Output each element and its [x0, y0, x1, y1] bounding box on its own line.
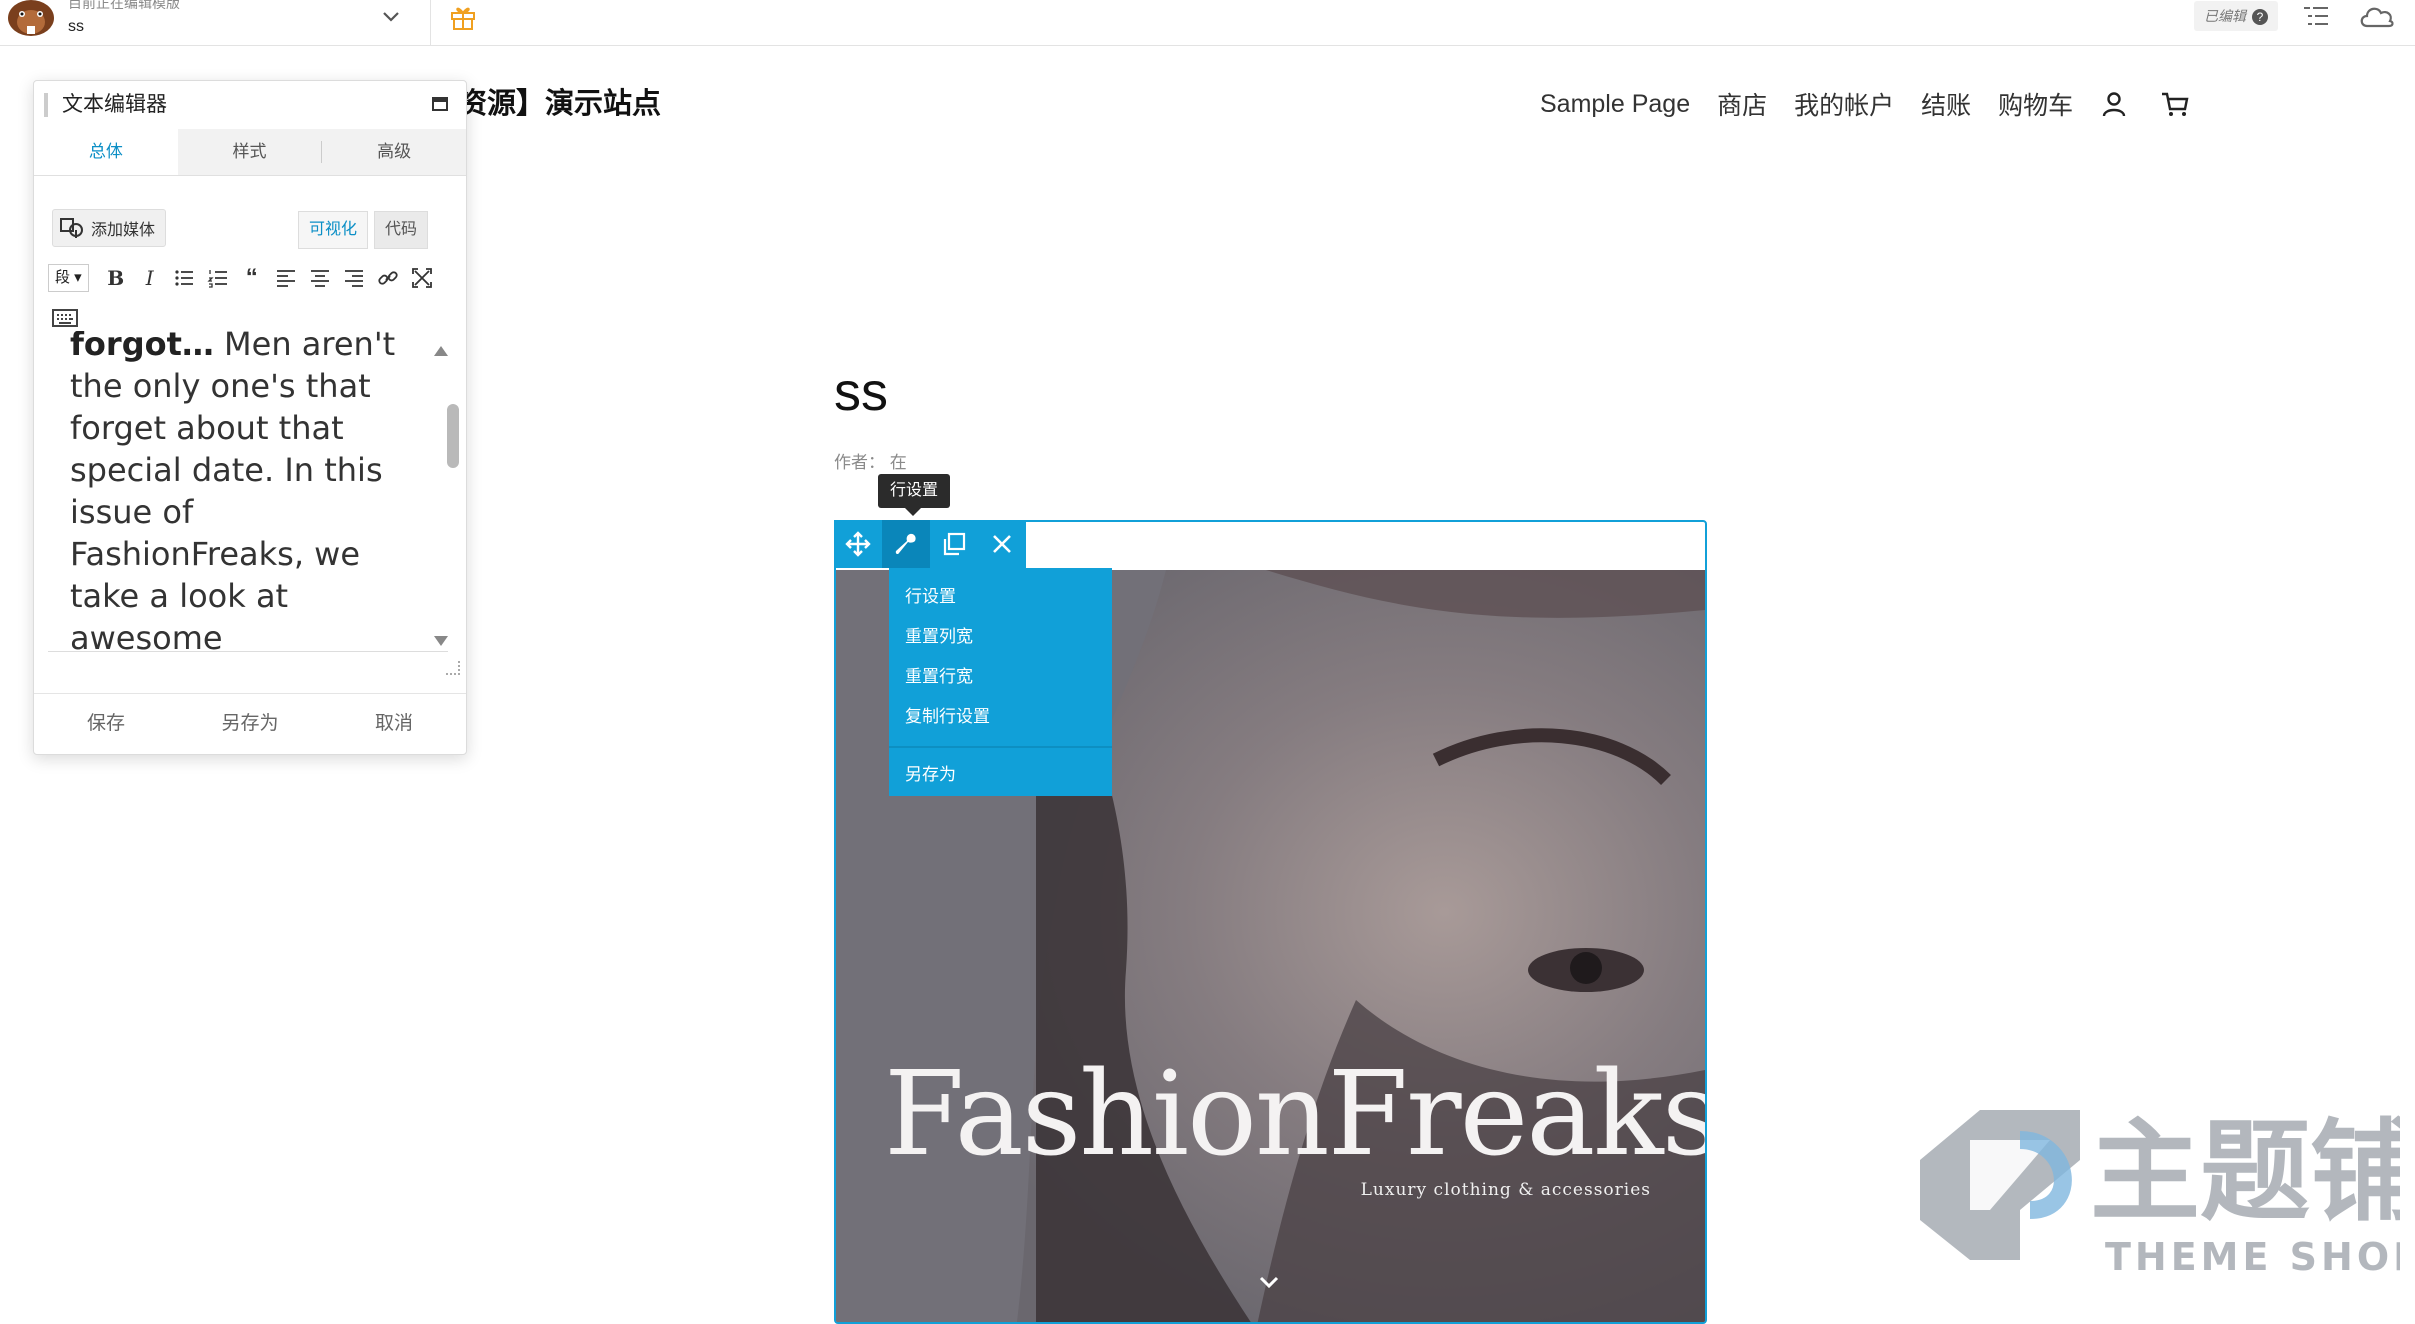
tab-code[interactable]: 代码 [374, 211, 429, 249]
cart-icon[interactable] [2160, 90, 2190, 118]
blockquote-button[interactable]: “ [235, 261, 269, 295]
nav-item-checkout[interactable]: 结账 [1921, 86, 1971, 122]
site-navigation: Sample Page 商店 我的帐户 结账 购物车 [1540, 84, 2190, 124]
align-right-icon [344, 270, 363, 287]
add-media-icon [60, 218, 83, 238]
scroll-up-arrow[interactable] [434, 346, 448, 356]
align-right-button[interactable] [337, 261, 371, 295]
align-center-button[interactable] [303, 261, 337, 295]
row-toolbar [834, 520, 1026, 568]
tab-advanced[interactable]: 高级 [322, 129, 466, 175]
duplicate-row-button[interactable] [930, 520, 978, 568]
post-title: ss [834, 362, 888, 422]
theme-shop-watermark-logo: 主题铺 THEME SHOP [1920, 1108, 2400, 1279]
beaver-logo-icon[interactable] [4, 0, 58, 40]
scrollbar-thumb[interactable] [447, 404, 459, 468]
wrench-icon [895, 533, 916, 555]
watermark-brand-en: THEME SHOP [2105, 1235, 2400, 1279]
resize-handle-icon[interactable] [446, 661, 460, 675]
bold-button[interactable]: B [99, 261, 133, 295]
editor-content-bold: forgot… [70, 331, 214, 363]
drag-handle[interactable] [44, 93, 48, 117]
bullet-list-button[interactable] [167, 261, 201, 295]
outline-list-icon[interactable] [2302, 4, 2330, 28]
tab-visual[interactable]: 可视化 [298, 211, 369, 249]
row-settings-menu: 行设置 重置列宽 重置行宽 复制行设置 另存为 [889, 568, 1112, 796]
bullet-list-icon [175, 270, 193, 286]
menu-item-save-as[interactable]: 另存为 [889, 756, 1112, 796]
hero-subtitle: Luxury clothing & accessories [1360, 1180, 1651, 1200]
tab-style[interactable]: 样式 [178, 129, 322, 175]
editor-content-text: Men aren't the only one's that forget ab… [70, 331, 396, 652]
align-left-button[interactable] [269, 261, 303, 295]
panel-header[interactable]: 文本编辑器 [34, 81, 466, 130]
panel-title: 文本编辑器 [62, 93, 167, 116]
editor-mode-tabs: 可视化 代码 [292, 211, 429, 249]
nav-item-sample-page[interactable]: Sample Page [1540, 90, 1690, 119]
cancel-button[interactable]: 取消 [322, 694, 466, 754]
format-select-value: 段 [55, 269, 71, 286]
add-media-button[interactable]: 添加媒体 [52, 209, 167, 247]
keyboard-toolbar-toggle-icon[interactable] [52, 307, 78, 329]
italic-button[interactable]: I [133, 261, 167, 295]
wysiwyg-content-area[interactable]: forgot… Men aren't the only one's that f… [48, 331, 448, 652]
minimize-icon[interactable] [432, 97, 448, 111]
fullscreen-icon [411, 268, 432, 288]
save-button[interactable]: 保存 [34, 694, 178, 754]
edited-status-badge[interactable]: 已编辑? [2194, 1, 2278, 31]
hero-title: FashionFreaks [884, 1047, 1705, 1182]
editing-status-text: 目前正在编辑模版 [68, 0, 180, 11]
gift-icon[interactable] [448, 2, 478, 32]
panel-footer: 保存 另存为 取消 [34, 693, 466, 754]
scroll-down-arrow[interactable] [434, 636, 448, 646]
save-as-button[interactable]: 另存为 [178, 694, 322, 754]
panel-tabs: 总体 样式 高级 [34, 129, 466, 176]
numbered-list-button[interactable] [201, 261, 235, 295]
topbar-divider [430, 0, 431, 45]
paragraph-format-select[interactable]: 段 ▾ [48, 264, 89, 292]
align-left-icon [276, 270, 295, 287]
row-settings-button[interactable] [882, 520, 930, 568]
link-icon [378, 271, 398, 285]
help-icon[interactable]: ? [2252, 9, 2268, 25]
menu-item-reset-row-width[interactable]: 重置行宽 [889, 658, 1112, 698]
site-title[interactable]: 资源】演示站点 [458, 84, 661, 124]
row-settings-tooltip: 行设置 [878, 474, 951, 508]
menu-item-reset-column-widths[interactable]: 重置列宽 [889, 618, 1112, 658]
watermark-brand-cn: 主题铺 [2090, 1108, 2400, 1236]
menu-divider [889, 746, 1112, 748]
chevron-down-icon[interactable] [1256, 1272, 1282, 1292]
post-meta: 作者： 在 [834, 453, 907, 472]
chevron-down-icon[interactable] [380, 5, 402, 27]
move-icon [845, 531, 871, 557]
add-media-label: 添加媒体 [91, 222, 156, 239]
cloud-icon[interactable] [2358, 2, 2396, 30]
menu-item-row-settings[interactable]: 行设置 [889, 578, 1112, 618]
align-center-icon [310, 270, 329, 287]
menu-item-copy-row-settings[interactable]: 复制行设置 [889, 698, 1112, 738]
nav-item-cart[interactable]: 购物车 [1998, 86, 2073, 122]
nav-item-shop[interactable]: 商店 [1717, 86, 1767, 122]
numbered-list-icon [207, 270, 227, 288]
builder-topbar: 目前正在编辑模版 ss 已编辑? [0, 0, 2415, 46]
close-icon [993, 535, 1011, 553]
nav-item-account[interactable]: 我的帐户 [1794, 86, 1894, 122]
duplicate-icon [943, 532, 966, 556]
layout-name[interactable]: ss [68, 17, 84, 37]
tooltip-arrow [905, 508, 921, 516]
edited-label: 已编辑 [2204, 8, 2246, 24]
remove-row-button[interactable] [978, 520, 1026, 568]
insert-link-button[interactable] [371, 261, 405, 295]
text-editor-panel: 文本编辑器 总体 样式 高级 添加媒体 可视化 代码 段 ▾ B I “ for… [33, 80, 467, 755]
format-toolbar: 段 ▾ B I “ [48, 261, 439, 295]
user-icon[interactable] [2100, 90, 2128, 118]
editor-content: forgot… Men aren't the only one's that f… [70, 331, 400, 652]
fullscreen-button[interactable] [405, 261, 439, 295]
tab-general[interactable]: 总体 [34, 129, 178, 175]
move-row-button[interactable] [834, 520, 882, 568]
